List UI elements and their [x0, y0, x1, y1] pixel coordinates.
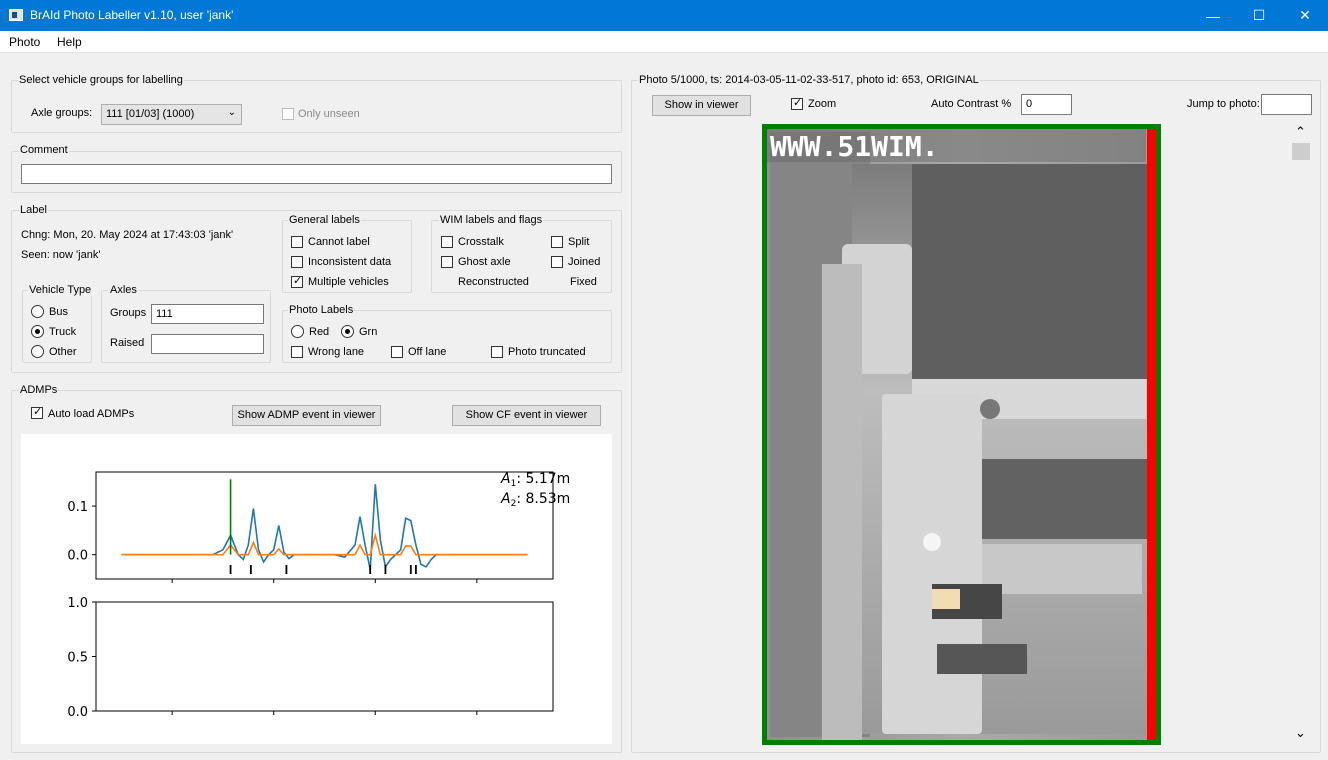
inconsistent-data-checkbox[interactable]: [291, 256, 303, 268]
y-tick-label: 0.5: [67, 651, 88, 666]
y-tick-label: 0.0: [67, 549, 88, 564]
cannot-label-checkbox[interactable]: [291, 236, 303, 248]
admps-title: ADMPs: [19, 384, 59, 396]
seen-info: Seen: now 'jank': [21, 249, 101, 261]
radio-other[interactable]: [31, 345, 44, 358]
radio-red[interactable]: [291, 325, 304, 338]
close-button[interactable]: ✕: [1282, 0, 1328, 31]
inconsistent-data-text: Inconsistent data: [308, 256, 392, 268]
radio-bus-label: Bus: [49, 306, 68, 318]
plot-top-frame: [95, 471, 554, 580]
zoom-checkbox[interactable]: [791, 96, 803, 110]
radio-grn[interactable]: [341, 325, 354, 338]
only-unseen-checkbox[interactable]: [282, 108, 294, 120]
title-bar: BrAId Photo Labeller v1.10, user 'jank' …: [0, 0, 1328, 31]
ghost-axle-text: Ghost axle: [458, 256, 511, 268]
auto-load-admps-checkbox[interactable]: [31, 405, 43, 419]
joined-text: Joined: [568, 256, 601, 268]
crosstalk-text: Crosstalk: [458, 236, 504, 248]
a1-annotation: A1: 5.17m: [500, 471, 570, 489]
reconstructed-text: Reconstructed: [458, 276, 529, 288]
show-admp-event-button[interactable]: Show ADMP event in viewer: [232, 405, 381, 426]
comment-input[interactable]: [21, 164, 612, 184]
wrong-lane-text: Wrong lane: [308, 346, 365, 358]
split-checkbox[interactable]: [551, 236, 563, 248]
joined-checkbox[interactable]: [551, 256, 563, 268]
multiple-vehicles-checkbox[interactable]: [291, 274, 303, 288]
chevron-down-icon: ⌄: [227, 107, 236, 118]
only-unseen-label: Only unseen: [298, 108, 360, 120]
photo-scrollbar[interactable]: ⌃ ⌄: [1291, 124, 1311, 746]
menu-help[interactable]: Help: [57, 35, 82, 49]
ghost-axle-checkbox[interactable]: [441, 256, 453, 268]
zoom-label: Zoom: [808, 98, 837, 110]
radio-other-label: Other: [49, 346, 77, 358]
photo-labels-title: Photo Labels: [288, 304, 355, 316]
minimize-button[interactable]: —: [1190, 0, 1236, 31]
jump-to-photo-input[interactable]: [1261, 94, 1312, 115]
auto-load-admps-label: Auto load ADMPs: [48, 408, 135, 420]
photo-truncated-checkbox[interactable]: [491, 346, 503, 358]
photo-truncated-text: Photo truncated: [508, 346, 586, 358]
vehicle-type-title: Vehicle Type: [28, 284, 93, 296]
fixed-text: Fixed: [570, 276, 597, 288]
y-tick-label: 0.1: [67, 500, 88, 515]
photo-watermark-text: WWW.51WIM.: [770, 130, 939, 163]
photo-header: Photo 5/1000, ts: 2014-03-05-11-02-33-51…: [638, 74, 980, 86]
radio-truck[interactable]: [31, 325, 44, 338]
scroll-thumb[interactable]: [1292, 143, 1310, 160]
multiple-vehicles-text: Multiple vehicles: [308, 276, 389, 288]
changed-info: Chng: Mon, 20. May 2024 at 17:43:03 'jan…: [21, 229, 234, 241]
raised-input[interactable]: [151, 334, 264, 354]
axle-groups-field-label: Groups: [110, 307, 147, 319]
axle-groups-label: Axle groups:: [31, 107, 93, 119]
plot-bottom-frame: [95, 601, 554, 712]
scroll-down-arrow[interactable]: ⌄: [1295, 725, 1306, 741]
radio-red-label: Red: [309, 326, 330, 338]
vehicle-groups-title: Select vehicle groups for labelling: [18, 74, 184, 86]
maximize-button[interactable]: ☐: [1236, 0, 1282, 31]
menu-bar: Photo Help: [0, 31, 1328, 53]
scroll-up-arrow[interactable]: ⌃: [1295, 124, 1306, 140]
auto-contrast-label: Auto Contrast %: [931, 98, 1012, 110]
axle-groups-select[interactable]: 111 [01/03] (1000) ⌄: [101, 104, 242, 125]
vehicle-photo[interactable]: WWW.51WIM.: [761, 123, 1162, 746]
app-icon: [9, 9, 23, 21]
window-title: BrAId Photo Labeller v1.10, user 'jank': [30, 8, 234, 22]
photo-border-red: [1147, 129, 1156, 740]
raised-label: Raised: [110, 337, 145, 349]
radio-truck-label: Truck: [49, 326, 77, 338]
general-labels-title: General labels: [288, 214, 361, 226]
wrong-lane-checkbox[interactable]: [291, 346, 303, 358]
admp-plots: A1: 5.17m A2: 8.53m 0.1 0.0 1.0 0.5 0.0: [67, 471, 570, 720]
plot-top: A1: 5.17m A2: 8.53m 0.1 0.0: [67, 471, 570, 583]
off-lane-text: Off lane: [408, 346, 447, 358]
auto-contrast-input[interactable]: 0: [1021, 94, 1072, 115]
cannot-label-text: Cannot label: [308, 236, 370, 248]
axles-title: Axles: [109, 284, 138, 296]
axle-groups-input[interactable]: 111: [151, 304, 264, 324]
radio-bus[interactable]: [31, 305, 44, 318]
label-title: Label: [19, 204, 48, 216]
menu-photo[interactable]: Photo: [9, 35, 40, 49]
a2-annotation: A2: 8.53m: [500, 491, 570, 509]
truck-photo-image: WWW.51WIM.: [761, 123, 1162, 746]
show-cf-event-button[interactable]: Show CF event in viewer: [452, 405, 601, 426]
crosstalk-checkbox[interactable]: [441, 236, 453, 248]
jump-to-photo-label: Jump to photo:: [1187, 98, 1260, 110]
wim-labels-title: WIM labels and flags: [439, 214, 544, 226]
y-tick-label: 1.0: [67, 596, 88, 611]
off-lane-checkbox[interactable]: [391, 346, 403, 358]
y-tick-label: 0.0: [67, 705, 88, 720]
plot-bottom: 1.0 0.5 0.0: [67, 596, 554, 720]
radio-grn-label: Grn: [359, 326, 378, 338]
show-in-viewer-button[interactable]: Show in viewer: [652, 95, 751, 116]
comment-title: Comment: [19, 144, 69, 156]
admp-plot-area: A1: 5.17m A2: 8.53m 0.1 0.0 1.0 0.5 0.0: [21, 434, 612, 744]
split-text: Split: [568, 236, 590, 248]
